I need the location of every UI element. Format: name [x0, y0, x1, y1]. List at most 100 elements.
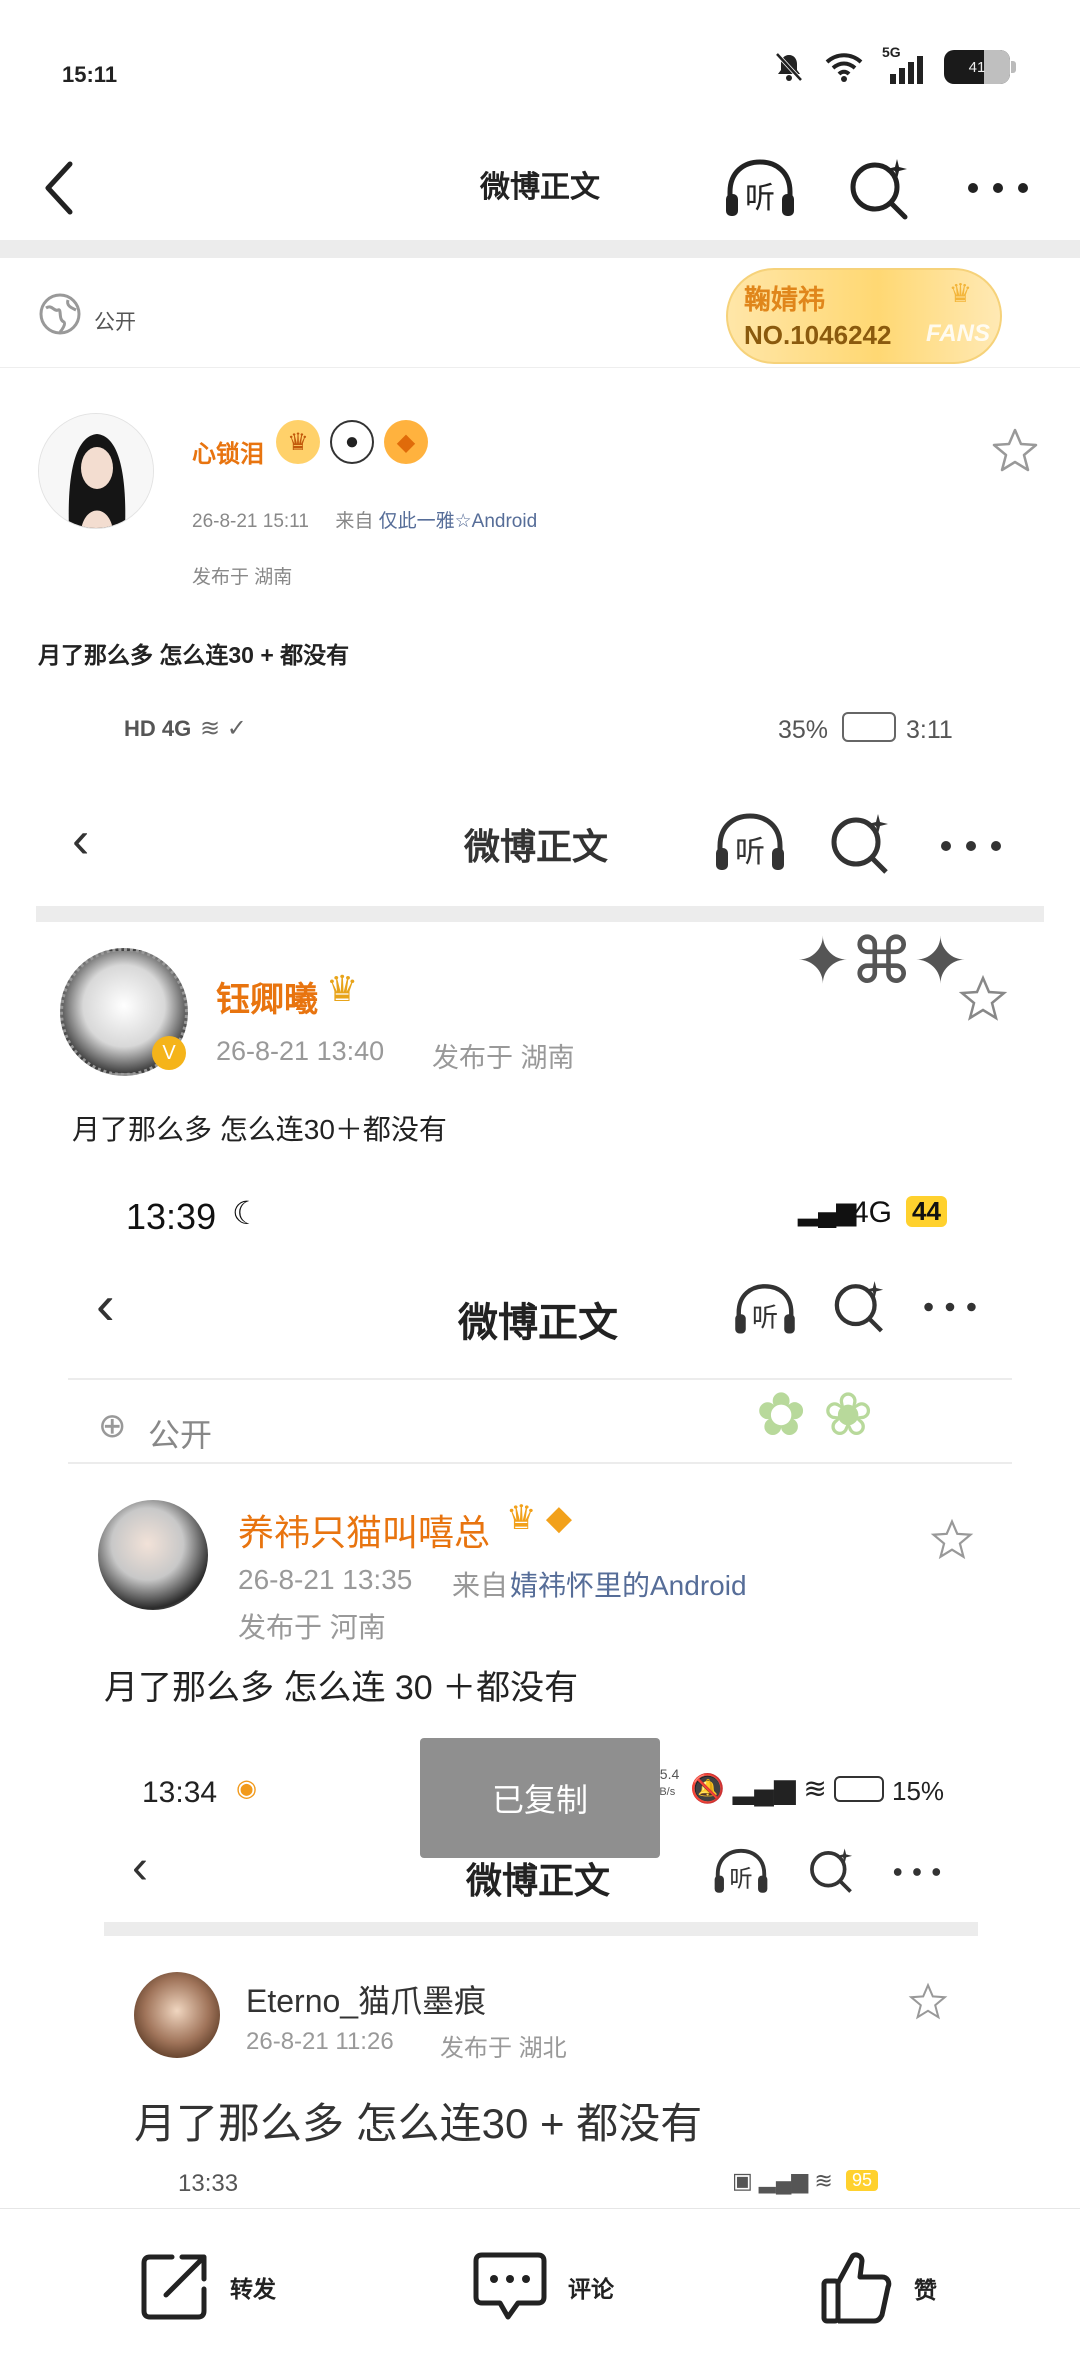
status-icons: 5G 41: [772, 44, 1016, 84]
nested2-title: 微博正文: [458, 1301, 618, 1345]
nested3-star-icon: [908, 1982, 948, 2020]
author-badges: ♛ ● ◆: [276, 420, 428, 464]
nested1-location: 发布于 湖南: [432, 1043, 575, 1073]
comment-button[interactable]: 评论: [470, 2249, 614, 2325]
wifi-icon: [825, 53, 863, 82]
nested3-title: 微博正文: [466, 1860, 611, 1901]
nested2-star-icon: [930, 1518, 974, 1560]
section-divider: [0, 240, 1080, 258]
globe-icon: [39, 293, 81, 335]
signal-5g-icon: 5G: [882, 44, 926, 84]
nested1-butterfly-icon: ✦⌘✦: [796, 925, 968, 997]
nested4-status-icons: ▣ ▂▄▆ ≋: [732, 2168, 833, 2193]
mute-bell-icon: [775, 52, 803, 82]
visibility-label: 公开: [94, 311, 136, 334]
nav-bar: 微博正文 听: [0, 130, 1080, 240]
post-time: 26-8-21 15:11: [192, 511, 309, 532]
nested1-status-left: HD 4G: [124, 716, 192, 741]
crown-icon: ♛: [948, 278, 972, 308]
source-prefix: 来自: [335, 511, 374, 532]
nested1-title: 微博正文: [464, 826, 609, 867]
favorite-star-icon[interactable]: [990, 426, 1040, 476]
nested2-text: 月了那么多 怎么连 30 ＋都没有: [104, 1669, 579, 1707]
post-text[interactable]: 月了那么多 怎么连30 + 都没有: [38, 636, 349, 670]
nested3-author-name: Eterno_猫爪墨痕: [246, 1983, 487, 2019]
nested3-battery-icon: [834, 1776, 884, 1802]
nested3-status-icons: 🔕 ▂▄▆ ≋: [690, 1773, 827, 1804]
comment-bubble-icon: [473, 2252, 547, 2320]
like-button[interactable]: 赞: [818, 2249, 937, 2327]
avatar-portrait-icon: [39, 414, 153, 528]
nested3-divider: [104, 1922, 978, 1936]
post-source-link[interactable]: 仅此一雅☆Android: [379, 511, 538, 532]
nested3-avatar: [134, 1972, 220, 2058]
nested3-more-icon: [893, 1868, 941, 1876]
svg-text:听: 听: [729, 1866, 752, 1893]
nested3-search-icon: [810, 1848, 853, 1893]
nested2-globe-icon: ⊕: [98, 1407, 127, 1445]
post-meta: 26-8-21 15:11 来自 仅此一雅☆Android: [192, 506, 537, 533]
search-spark-icon: [850, 159, 908, 220]
nested1-divider: [36, 906, 1044, 922]
fish-badge-icon: ◆: [384, 420, 428, 464]
nested2-network: 4G: [852, 1196, 893, 1229]
nested2-more-icon: [924, 1302, 976, 1312]
nested3-location: 发布于 湖北: [440, 2035, 567, 2062]
fans-badge-number: NO.1046242: [744, 320, 892, 350]
nested2-battery: 44: [906, 1196, 947, 1227]
nested1-listen-icon: 听: [716, 813, 784, 870]
nested4-time: 13:33: [178, 2170, 239, 2197]
visibility-row: 公开 鞠婧祎 ♛ NO.1046242 FANS: [0, 258, 1080, 368]
more-icon: [968, 183, 1028, 193]
battery-indicator: 41: [944, 50, 1016, 84]
nested3-battery-pct: 15%: [892, 1776, 945, 1806]
repost-button[interactable]: 转发: [136, 2249, 276, 2325]
listen-headphone-icon: 听: [726, 159, 794, 216]
nested1-back-icon: ‹: [72, 811, 90, 869]
nested1-text: 月了那么多 怎么连30＋都没有: [72, 1114, 447, 1145]
fans-badge[interactable]: 鞠婧祎 ♛ NO.1046242 FANS: [726, 268, 1002, 364]
search-button[interactable]: [840, 148, 920, 228]
nested1-verified-icon: V: [152, 1036, 186, 1070]
thumbs-up-icon: [821, 2252, 892, 2324]
more-button[interactable]: [958, 148, 1038, 228]
fans-badge-tag: FANS: [925, 320, 990, 347]
post-image[interactable]: HD 4G ≋ ✓ 35% 3:11 ‹ 微博正文 听 V 钰卿曦 ♛ 26-8…: [0, 690, 1080, 2210]
author-name[interactable]: 心锁泪: [192, 434, 264, 469]
nested1-crown-icon: ♛: [326, 968, 359, 1009]
nested3-app-icon: ◉: [236, 1775, 257, 1802]
repost-label: 转发: [230, 2276, 276, 2302]
nested3-meta: 26-8-21 11:26: [246, 2028, 394, 2055]
nested2-divider-2: [68, 1462, 1012, 1464]
nested1-more-icon: [941, 841, 1001, 851]
comment-label: 评论: [568, 2276, 614, 2302]
nested2-location: 发布于 河南: [238, 1612, 386, 1643]
nested2-sticker-icon: ✿ ❀: [756, 1381, 874, 1448]
nested-screenshot-1: HD 4G ≋ ✓ 35% 3:11 ‹ 微博正文 听 V 钰卿曦 ♛ 26-8…: [0, 690, 1080, 1160]
nested2-listen-icon: 听: [735, 1284, 795, 1334]
nested3-time: 13:34: [142, 1776, 218, 1809]
nested3-back-icon: ‹: [132, 1841, 148, 1894]
copied-toast: 已复制: [420, 1738, 660, 1858]
nested4-battery: 95: [846, 2170, 879, 2191]
nested2-badges-icon: ♛ ◆: [506, 1499, 573, 1537]
nested2-search-icon: [834, 1281, 884, 1333]
nested1-search-icon: [831, 814, 888, 874]
nested-screenshot-2: 13:39 ☾ ▂▄▆ 4G 44 ‹ 微博正文 听 ⊕ 公开 ✿ ❀ 养祎只猫…: [0, 1160, 1080, 1707]
nested1-star-icon: [958, 974, 1008, 1021]
nested2-back-icon: ‹: [96, 1273, 115, 1336]
nested1-battery-icon: [842, 712, 896, 742]
avatar[interactable]: [38, 413, 154, 529]
nested2-time: 13:39: [126, 1196, 217, 1237]
bottom-action-bar: 转发 评论 赞: [0, 2208, 1080, 2372]
nested1-time: 3:11: [906, 716, 953, 744]
nested2-visibility: 公开: [148, 1417, 213, 1453]
fans-badge-name: 鞠婧祎: [744, 285, 825, 315]
status-time: 15:11: [62, 62, 118, 87]
svg-text:听: 听: [745, 181, 775, 216]
nested2-meta: 26-8-21 13:35: [238, 1564, 413, 1595]
nested3-text: 月了那么多 怎么连30 + 都没有: [134, 2100, 703, 2147]
nested2-author-name: 养祎只猫叫嘻总: [238, 1512, 491, 1553]
author-row: 心锁泪 ♛ ● ◆ 26-8-21 15:11 来自 仅此一雅☆Android …: [0, 368, 1080, 608]
listen-button[interactable]: 听: [720, 148, 800, 228]
